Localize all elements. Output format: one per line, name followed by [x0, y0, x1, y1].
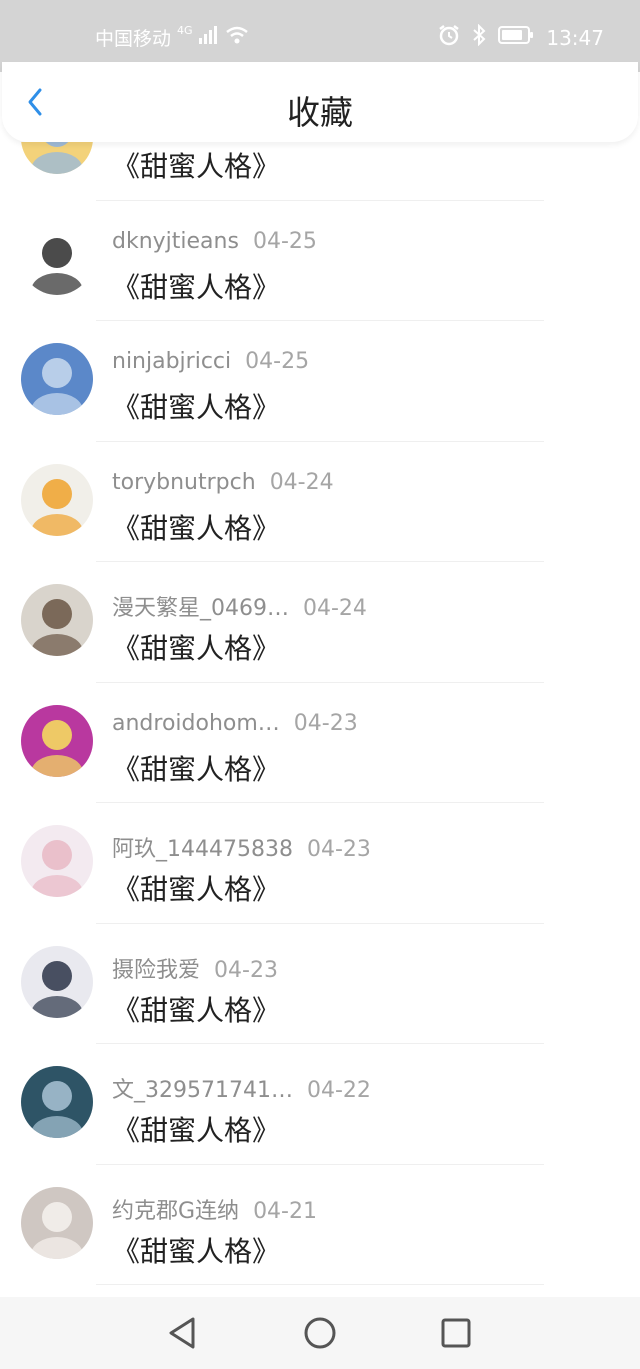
avatar-image: [21, 142, 93, 174]
list-item[interactable]: 摄险我爱 04-23 《甜蜜人格》: [0, 924, 640, 1044]
avatar[interactable]: [21, 1066, 93, 1138]
item-date: 04-24: [303, 596, 367, 621]
avatar[interactable]: [21, 463, 93, 536]
avatar[interactable]: [21, 704, 93, 777]
avatar[interactable]: [21, 825, 93, 897]
network-type: 4G: [177, 24, 193, 37]
avatar-image: [21, 222, 93, 295]
signal-icon: [198, 26, 219, 49]
clock-time: 13:47: [546, 25, 604, 50]
list-item[interactable]: torybnutrpch 04-24 《甜蜜人格》: [0, 442, 640, 562]
avatar-image: [21, 1066, 93, 1138]
avatar[interactable]: [21, 1186, 93, 1259]
book-title: 《甜蜜人格》: [112, 1234, 281, 1268]
favorites-list[interactable]: 《甜蜜人格》 dknyjtieans 04-25 《甜蜜人格》 ninjabjricci…: [0, 142, 640, 1297]
square-recents-icon: [441, 1318, 471, 1348]
avatar-image: [21, 584, 93, 656]
item-date: 04-23: [214, 957, 278, 983]
book-title: 《甜蜜人格》: [112, 993, 281, 1027]
user-name: androidohom…: [112, 710, 280, 736]
book-title: 《甜蜜人格》: [112, 752, 281, 786]
nav-bar: 收藏: [2, 62, 638, 142]
status-right-group: 13:47: [438, 23, 604, 51]
nav-recents-button[interactable]: [438, 1315, 474, 1351]
user-name: torybnutrpch: [112, 469, 256, 495]
user-name: 阿玖_144475838: [112, 837, 293, 862]
item-meta: dknyjtieans 04-25: [112, 229, 317, 254]
user-name: 文_329571741…: [112, 1078, 293, 1103]
item-date: 04-22: [306, 1078, 371, 1103]
item-meta: 阿玖_144475838 04-23: [112, 831, 371, 863]
item-meta: 文_329571741… 04-22: [112, 1072, 371, 1104]
list-item[interactable]: 《甜蜜人格》: [0, 142, 640, 201]
alarm-icon: [438, 24, 460, 51]
avatar-image: [21, 825, 93, 897]
book-title: 《甜蜜人格》: [112, 873, 281, 906]
favorites-list-inner: 《甜蜜人格》 dknyjtieans 04-25 《甜蜜人格》 ninjabjricci…: [0, 142, 640, 1285]
page-title: 收藏: [287, 93, 353, 132]
item-date: 04-25: [245, 349, 310, 374]
avatar-image: [21, 343, 93, 415]
nav-back-button[interactable]: [165, 1315, 201, 1351]
avatar-image: [21, 463, 93, 536]
user-name: dknyjtieans: [112, 228, 239, 254]
wifi-icon: [225, 26, 249, 49]
system-nav-bar: [0, 1297, 640, 1369]
avatar[interactable]: [21, 945, 93, 1018]
item-date: 04-23: [293, 710, 358, 736]
item-date: 04-23: [306, 837, 371, 862]
circle-home-icon: [304, 1317, 336, 1349]
list-item[interactable]: 文_329571741… 04-22 《甜蜜人格》: [0, 1044, 640, 1165]
user-name: ninjabjricci: [112, 349, 232, 374]
item-meta: 漫天繁星_0469… 04-24: [112, 590, 367, 622]
list-item[interactable]: 约克郡G连纳 04-21 《甜蜜人格》: [0, 1165, 640, 1285]
item-date: 04-25: [252, 228, 317, 254]
list-item[interactable]: androidohom… 04-23 《甜蜜人格》: [0, 683, 640, 803]
avatar-image: [21, 704, 93, 777]
avatar[interactable]: [21, 142, 93, 174]
item-date: 04-21: [253, 1198, 317, 1224]
item-meta: 约克郡G连纳 04-21: [112, 1193, 317, 1225]
avatar[interactable]: [21, 343, 93, 415]
battery-icon: [498, 25, 534, 50]
bluetooth-icon: [472, 23, 486, 51]
user-name: 约克郡G连纳: [112, 1198, 240, 1224]
avatar[interactable]: [21, 584, 93, 656]
avatar[interactable]: [21, 222, 93, 295]
avatar-image: [21, 1186, 93, 1259]
list-item[interactable]: ninjabjricci 04-25 《甜蜜人格》: [0, 321, 640, 442]
user-name: 摄险我爱: [112, 957, 201, 983]
book-title: 《甜蜜人格》: [112, 632, 281, 665]
carrier-name: 中国移动: [95, 28, 172, 50]
book-title: 《甜蜜人格》: [112, 270, 281, 304]
list-item[interactable]: 阿玖_144475838 04-23 《甜蜜人格》: [0, 803, 640, 924]
list-item[interactable]: 漫天繁星_0469… 04-24 《甜蜜人格》: [0, 562, 640, 683]
user-name: 漫天繁星_0469…: [112, 596, 289, 621]
divider: [96, 1284, 544, 1285]
item-date: 04-24: [269, 469, 334, 495]
book-title: 《甜蜜人格》: [112, 391, 281, 424]
book-title: 《甜蜜人格》: [112, 1114, 281, 1147]
list-item[interactable]: dknyjtieans 04-25 《甜蜜人格》: [0, 201, 640, 321]
item-meta: 摄险我爱 04-23: [112, 952, 278, 984]
carrier-group: 中国移动 4G: [95, 24, 249, 51]
book-title: 《甜蜜人格》: [112, 150, 281, 183]
book-title: 《甜蜜人格》: [112, 511, 281, 545]
item-meta: torybnutrpch 04-24: [112, 470, 334, 495]
nav-home-button[interactable]: [302, 1315, 338, 1351]
avatar-image: [21, 945, 93, 1018]
item-meta: ninjabjricci 04-25: [112, 349, 309, 374]
item-meta: androidohom… 04-23: [112, 711, 358, 736]
triangle-back-icon: [169, 1317, 195, 1349]
